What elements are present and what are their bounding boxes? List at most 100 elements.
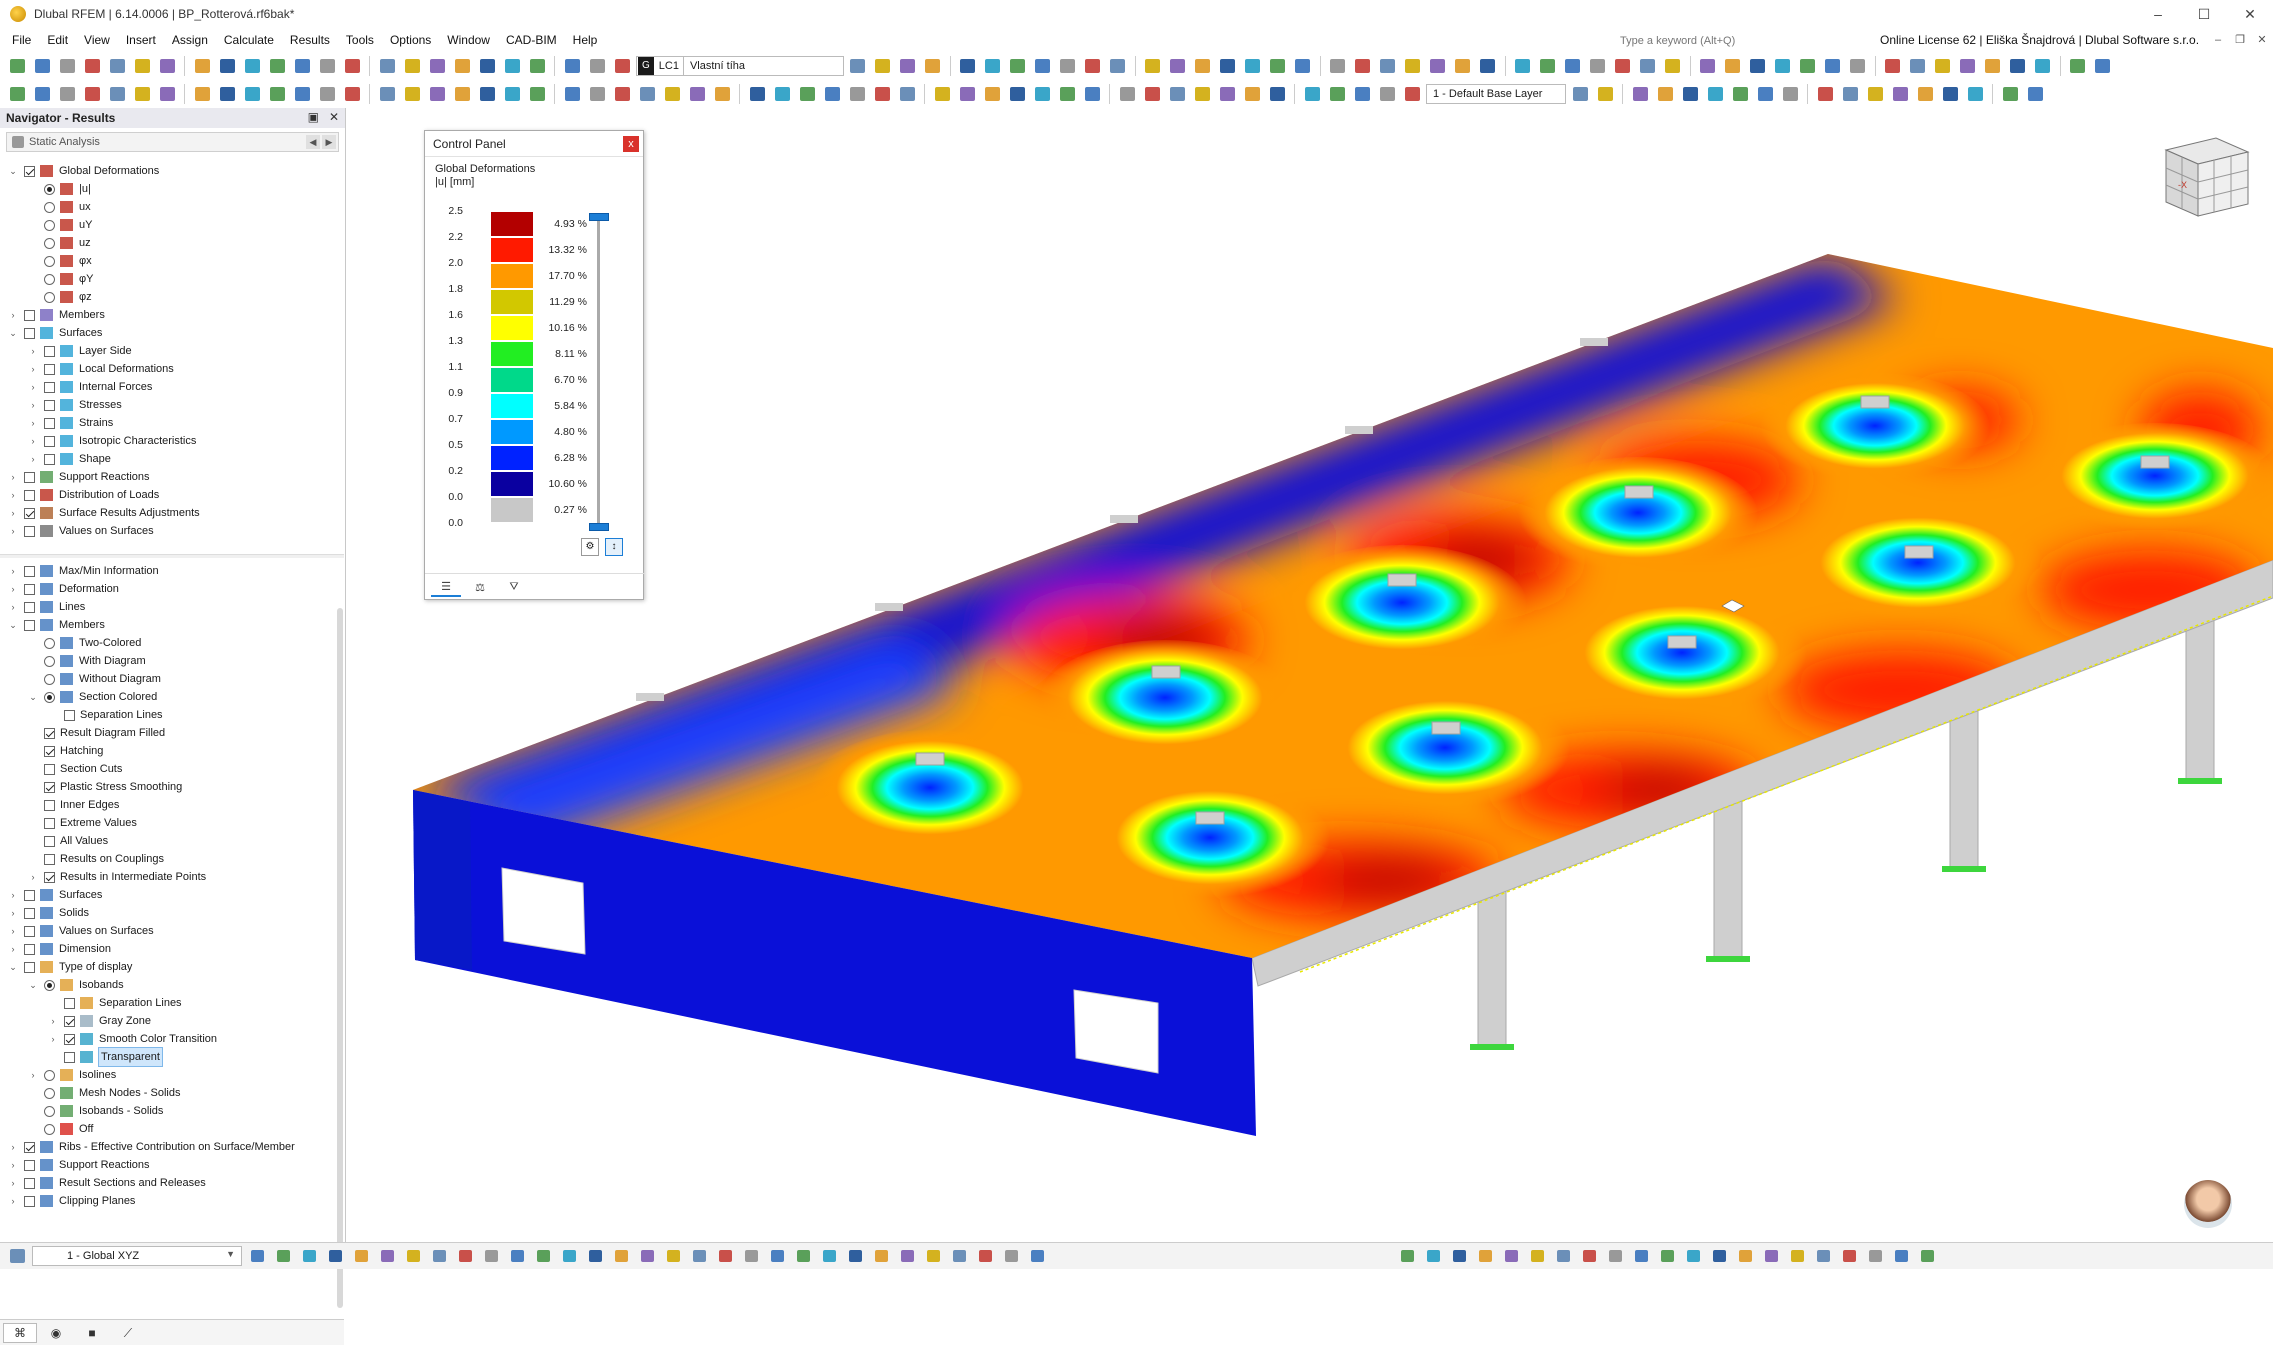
radio-button[interactable]: [44, 238, 55, 249]
toolbar-tool-icon[interactable]: [1957, 55, 1979, 77]
tree-item[interactable]: › Clipping Planes: [0, 1192, 344, 1210]
toolbar-tool-icon[interactable]: [1964, 83, 1986, 105]
navigator-splitter[interactable]: [0, 554, 344, 558]
status-tool-icon[interactable]: [610, 1245, 632, 1267]
toolbar-tool-icon[interactable]: [1191, 83, 1213, 105]
toolbar-tool-icon[interactable]: [476, 55, 498, 77]
status-tool-icon[interactable]: [584, 1245, 606, 1267]
status-tool-icon[interactable]: [402, 1245, 424, 1267]
status-tool-icon[interactable]: [870, 1245, 892, 1267]
toolbar-tool-icon[interactable]: [1747, 55, 1769, 77]
tree-item[interactable]: › Smooth Color Transition: [0, 1030, 344, 1048]
checkbox[interactable]: [44, 364, 55, 375]
radio-button[interactable]: [44, 256, 55, 267]
chevron-right-icon[interactable]: ›: [8, 940, 18, 958]
tree-item[interactable]: › Shape: [0, 450, 344, 468]
chevron-right-icon[interactable]: ›: [28, 396, 38, 414]
checkbox[interactable]: [24, 508, 35, 519]
radio-button[interactable]: [44, 184, 55, 195]
checkbox[interactable]: [24, 526, 35, 537]
tree-item[interactable]: φx: [0, 252, 344, 270]
toolbar-tool-icon[interactable]: [241, 83, 263, 105]
tree-item[interactable]: Separation Lines: [0, 994, 344, 1012]
toolbar-tool-icon[interactable]: [1864, 83, 1886, 105]
toolbar-tool-icon[interactable]: [771, 83, 793, 105]
minimize-button[interactable]: –: [2135, 0, 2181, 28]
chevron-down-icon[interactable]: ⌄: [8, 958, 18, 976]
menu-results[interactable]: Results: [282, 28, 338, 52]
tree-item[interactable]: › Solids: [0, 904, 344, 922]
toolbar-tool-icon[interactable]: [1939, 83, 1961, 105]
status-tool-icon[interactable]: [532, 1245, 554, 1267]
toolbar-tool-icon[interactable]: [1537, 55, 1559, 77]
radio-button[interactable]: [44, 674, 55, 685]
checkbox[interactable]: [44, 400, 55, 411]
toolbar-tool-icon[interactable]: [561, 55, 583, 77]
pin-icon[interactable]: ▣: [308, 110, 319, 124]
toolbar-tool-icon[interactable]: [896, 83, 918, 105]
tree-item[interactable]: › Distribution of Loads: [0, 486, 344, 504]
checkbox[interactable]: [24, 166, 35, 177]
menu-assign[interactable]: Assign: [164, 28, 216, 52]
toolbar-tool-icon[interactable]: [931, 83, 953, 105]
toolbar-tool-icon[interactable]: [131, 55, 153, 77]
toolbar-tool-icon[interactable]: [957, 55, 979, 77]
tree-item[interactable]: Transparent: [0, 1047, 344, 1067]
chevron-right-icon[interactable]: ›: [28, 378, 38, 396]
toolbar-tool-icon[interactable]: [1594, 83, 1616, 105]
toolbar-tool-icon[interactable]: [1142, 55, 1164, 77]
prev-arrow-icon[interactable]: ◀: [306, 135, 320, 149]
toolbar-tool-icon[interactable]: [106, 83, 128, 105]
toolbar-tool-icon[interactable]: [1722, 55, 1744, 77]
status-tool-icon[interactable]: [1786, 1245, 1808, 1267]
tree-item[interactable]: › Values on Surfaces: [0, 522, 344, 540]
toolbar-tool-icon[interactable]: [476, 83, 498, 105]
status-tool-icon[interactable]: [1552, 1245, 1574, 1267]
tree-item[interactable]: ⌄ Isobands: [0, 976, 344, 994]
tree-item[interactable]: › Lines: [0, 598, 344, 616]
toolbar-tool-icon[interactable]: [216, 83, 238, 105]
toolbar-tool-icon[interactable]: [266, 83, 288, 105]
chevron-right-icon[interactable]: ›: [28, 342, 38, 360]
chevron-right-icon[interactable]: ›: [8, 1192, 18, 1210]
toolbar-tool-icon[interactable]: [1629, 83, 1651, 105]
toolbar-tool-icon[interactable]: [1292, 55, 1314, 77]
tree-item[interactable]: › Internal Forces: [0, 378, 344, 396]
checkbox[interactable]: [44, 872, 55, 883]
legend-slider-min-handle[interactable]: [589, 523, 609, 531]
status-tool-icon[interactable]: [1026, 1245, 1048, 1267]
tree-item[interactable]: Mesh Nodes - Solids: [0, 1084, 344, 1102]
radio-button[interactable]: [44, 1106, 55, 1117]
status-tool-icon[interactable]: [246, 1245, 268, 1267]
toolbar-tool-icon[interactable]: [847, 55, 869, 77]
menu-cad-bim[interactable]: CAD-BIM: [498, 28, 565, 52]
status-tool-icon[interactable]: [974, 1245, 996, 1267]
toolbar-tool-icon[interactable]: [501, 55, 523, 77]
close-doc-icon[interactable]: ✕: [2251, 28, 2273, 52]
checkbox[interactable]: [24, 1196, 35, 1207]
chevron-right-icon[interactable]: ›: [8, 562, 18, 580]
chevron-right-icon[interactable]: ›: [28, 360, 38, 378]
checkbox[interactable]: [64, 1052, 75, 1063]
tree-item[interactable]: ⌄ Surfaces: [0, 324, 344, 342]
status-tool-icon[interactable]: [1578, 1245, 1600, 1267]
status-tool-icon[interactable]: [766, 1245, 788, 1267]
status-tool-icon[interactable]: [1760, 1245, 1782, 1267]
toolbar-tool-icon[interactable]: [56, 83, 78, 105]
tab-scale-icon[interactable]: ⚖: [465, 577, 495, 597]
tree-item[interactable]: › Max/Min Information: [0, 562, 344, 580]
toolbar-tool-icon[interactable]: [31, 55, 53, 77]
tree-item[interactable]: › Strains: [0, 414, 344, 432]
toolbar-tool-icon[interactable]: [1007, 55, 1029, 77]
checkbox[interactable]: [24, 926, 35, 937]
radio-button[interactable]: [44, 656, 55, 667]
toolbar-tool-icon[interactable]: [1266, 83, 1288, 105]
tree-item[interactable]: Separation Lines: [0, 706, 344, 724]
tree-item[interactable]: › Values on Surfaces: [0, 922, 344, 940]
toolbar-tool-icon[interactable]: [1932, 55, 1954, 77]
toolbar-tool-icon[interactable]: [1889, 83, 1911, 105]
float-icon[interactable]: ❐: [2229, 28, 2251, 52]
checkbox[interactable]: [44, 836, 55, 847]
toolbar-tool-icon[interactable]: [611, 83, 633, 105]
toolbar-tool-icon[interactable]: [1569, 83, 1591, 105]
